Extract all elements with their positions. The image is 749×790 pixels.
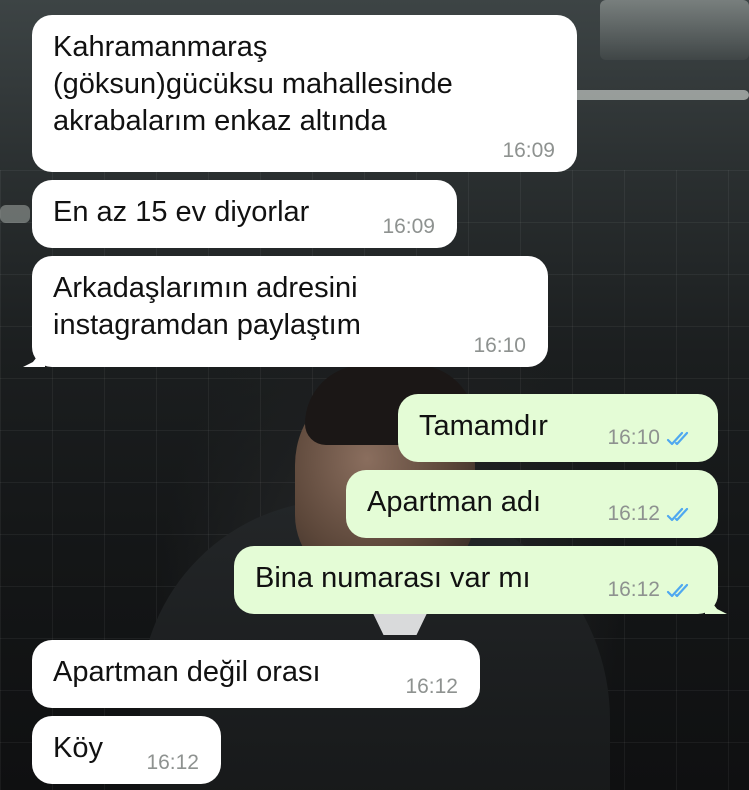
wallpaper-light	[0, 205, 30, 223]
message-text: Tamamdır	[419, 410, 548, 442]
message-text: En az 15 ev diyorlar	[53, 196, 310, 228]
message-timestamp: 16:12	[607, 503, 696, 528]
outgoing-message[interactable]: Bina numarası var mı 16:12	[234, 546, 727, 614]
incoming-message[interactable]: Kahramanmaraş (göksun)gücüksu mahallesin…	[32, 15, 577, 172]
message-text: Apartman adı	[367, 486, 542, 518]
message-timestamp: 16:10	[473, 334, 526, 357]
double-check-icon	[666, 506, 696, 528]
chat-view[interactable]: Kahramanmaraş (göksun)gücüksu mahallesin…	[0, 0, 749, 790]
message-text: Kahramanmaraş (göksun)gücüksu mahallesin…	[53, 31, 453, 137]
message-text: Arkadaşlarımın adresini instagramdan pay…	[53, 272, 361, 341]
message-timestamp: 16:09	[382, 215, 435, 238]
incoming-message[interactable]: Apartman değil orası 16:12	[32, 640, 480, 708]
message-timestamp: 16:09	[502, 139, 555, 162]
outgoing-message[interactable]: Tamamdır 16:10	[398, 394, 718, 462]
double-check-icon	[666, 430, 696, 452]
incoming-message[interactable]: En az 15 ev diyorlar 16:09	[32, 180, 457, 248]
message-text: Apartman değil orası	[53, 656, 321, 688]
message-text: Köy	[53, 732, 103, 764]
message-timestamp: 16:12	[405, 675, 458, 698]
message-timestamp: 16:10	[607, 427, 696, 452]
incoming-message[interactable]: Arkadaşlarımın adresini instagramdan pay…	[23, 256, 548, 367]
double-check-icon	[666, 582, 696, 604]
wallpaper-light	[570, 90, 749, 100]
wallpaper-light	[600, 0, 749, 60]
message-timestamp: 16:12	[607, 579, 696, 604]
outgoing-message[interactable]: Apartman adı 16:12	[346, 470, 718, 538]
message-text: Bina numarası var mı	[255, 562, 531, 594]
incoming-message[interactable]: Köy 16:12	[32, 716, 221, 784]
message-timestamp: 16:12	[146, 751, 199, 774]
